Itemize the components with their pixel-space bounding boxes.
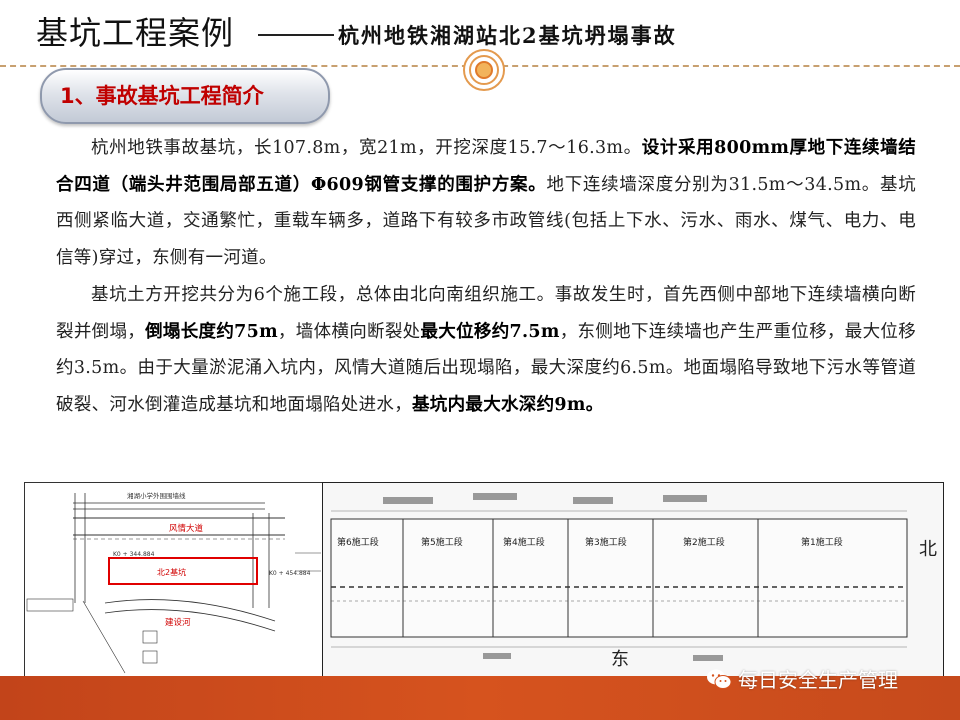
plan-section-6: 第6施工段 <box>337 536 379 548</box>
plan-section-3: 第3施工段 <box>585 536 627 548</box>
title-dash-divider <box>258 34 334 36</box>
north-label: 北 <box>919 539 937 560</box>
plan-drawing: 第6施工段 第5施工段 第4施工段 第3施工段 第2施工段 第1施工段 北 东 <box>330 493 937 670</box>
watermark-text: 每日安全生产管理 <box>738 668 898 692</box>
pit-label: 北2基坑 <box>157 567 186 577</box>
plan-section-2: 第2施工段 <box>683 536 725 548</box>
school-label: 湘湖小学外围围墙线 <box>127 491 186 500</box>
construction-plan-figure: 第6施工段 第5施工段 第4施工段 第3施工段 第2施工段 第1施工段 北 东 <box>322 482 944 678</box>
plan-section-1: 第1施工段 <box>801 536 843 548</box>
plan-section-5: 第5施工段 <box>421 536 463 548</box>
accident-paragraph: 基坑土方开挖共分为6个施工段，总体由北向南组织施工。事故发生时，首先西侧中部地下… <box>56 285 916 415</box>
plan-section-4: 第4施工段 <box>503 536 545 548</box>
sun-icon <box>463 49 505 91</box>
intro-paragraph: 杭州地铁事故基坑，长107.8m，宽21m，开挖深度15.7～16.3m。设计采… <box>56 138 916 268</box>
road-label: 风情大道 <box>169 523 204 534</box>
chainage-left-label: K0 + 344.884 <box>113 551 155 558</box>
watermark: 每日安全生产管理 <box>706 664 898 693</box>
page-subtitle: 杭州地铁湘湖站北2基坑坍塌事故 <box>338 23 677 48</box>
section-label: 1、事故基坑工程简介 <box>60 84 264 108</box>
east-label: 东 <box>611 649 629 670</box>
site-map-figure: 湘湖小学外围围墙线 风情大道 北2基坑 K0 + 344.884 K0 + 45… <box>24 482 324 678</box>
site-map-drawing: 湘湖小学外围围墙线 风情大道 北2基坑 K0 + 344.884 K0 + 45… <box>26 491 321 674</box>
river-label: 建设河 <box>165 617 191 628</box>
page-title: 基坑工程案例 <box>36 14 235 52</box>
wechat-icon <box>707 669 732 689</box>
